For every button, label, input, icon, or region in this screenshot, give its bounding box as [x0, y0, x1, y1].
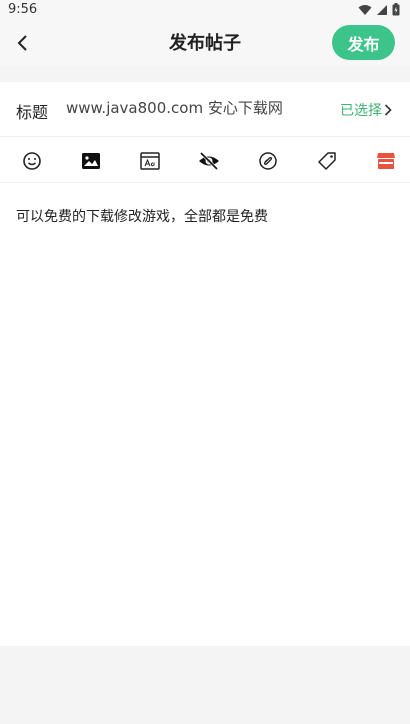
hide-content-button[interactable]: [197, 149, 221, 173]
font-icon: [140, 152, 160, 170]
store-icon: [377, 153, 395, 169]
status-icons: [358, 3, 400, 16]
editor-toolbar: [0, 138, 410, 183]
image-icon: [82, 153, 100, 169]
category-select-label: 已选择: [340, 103, 382, 119]
emoji-icon: [23, 152, 41, 170]
hide-icon: [199, 152, 219, 170]
link-icon: [259, 152, 277, 170]
store-button[interactable]: [374, 149, 398, 173]
signal-icon: [377, 4, 387, 15]
link-button[interactable]: [256, 149, 280, 173]
image-button[interactable]: [79, 149, 103, 173]
post-editor: 标题 www.java800.com 安心下载网 已选择 可以免费的下载修改游戏…: [0, 82, 410, 646]
app-header: 发布帖子 发布: [0, 20, 410, 66]
title-row: 标题 www.java800.com 安心下载网 已选择: [0, 82, 410, 137]
post-content[interactable]: 可以免费的下载修改游戏，全部都是免费: [16, 206, 396, 228]
chevron-right-icon: [384, 104, 392, 116]
bottom-area: [0, 646, 410, 724]
battery-icon: [392, 3, 400, 16]
wifi-icon: [358, 4, 372, 15]
status-time: 9:56: [8, 2, 38, 17]
publish-button[interactable]: 发布: [332, 25, 395, 60]
emoji-button[interactable]: [20, 149, 44, 173]
status-bar: 9:56: [0, 0, 410, 20]
title-label: 标题: [16, 103, 49, 122]
tag-button[interactable]: [315, 149, 339, 173]
tag-icon: [318, 152, 336, 170]
font-button[interactable]: [138, 149, 162, 173]
category-select[interactable]: 已选择: [340, 100, 392, 120]
header-divider: [0, 66, 410, 82]
title-input[interactable]: www.java800.com 安心下载网: [66, 97, 321, 121]
